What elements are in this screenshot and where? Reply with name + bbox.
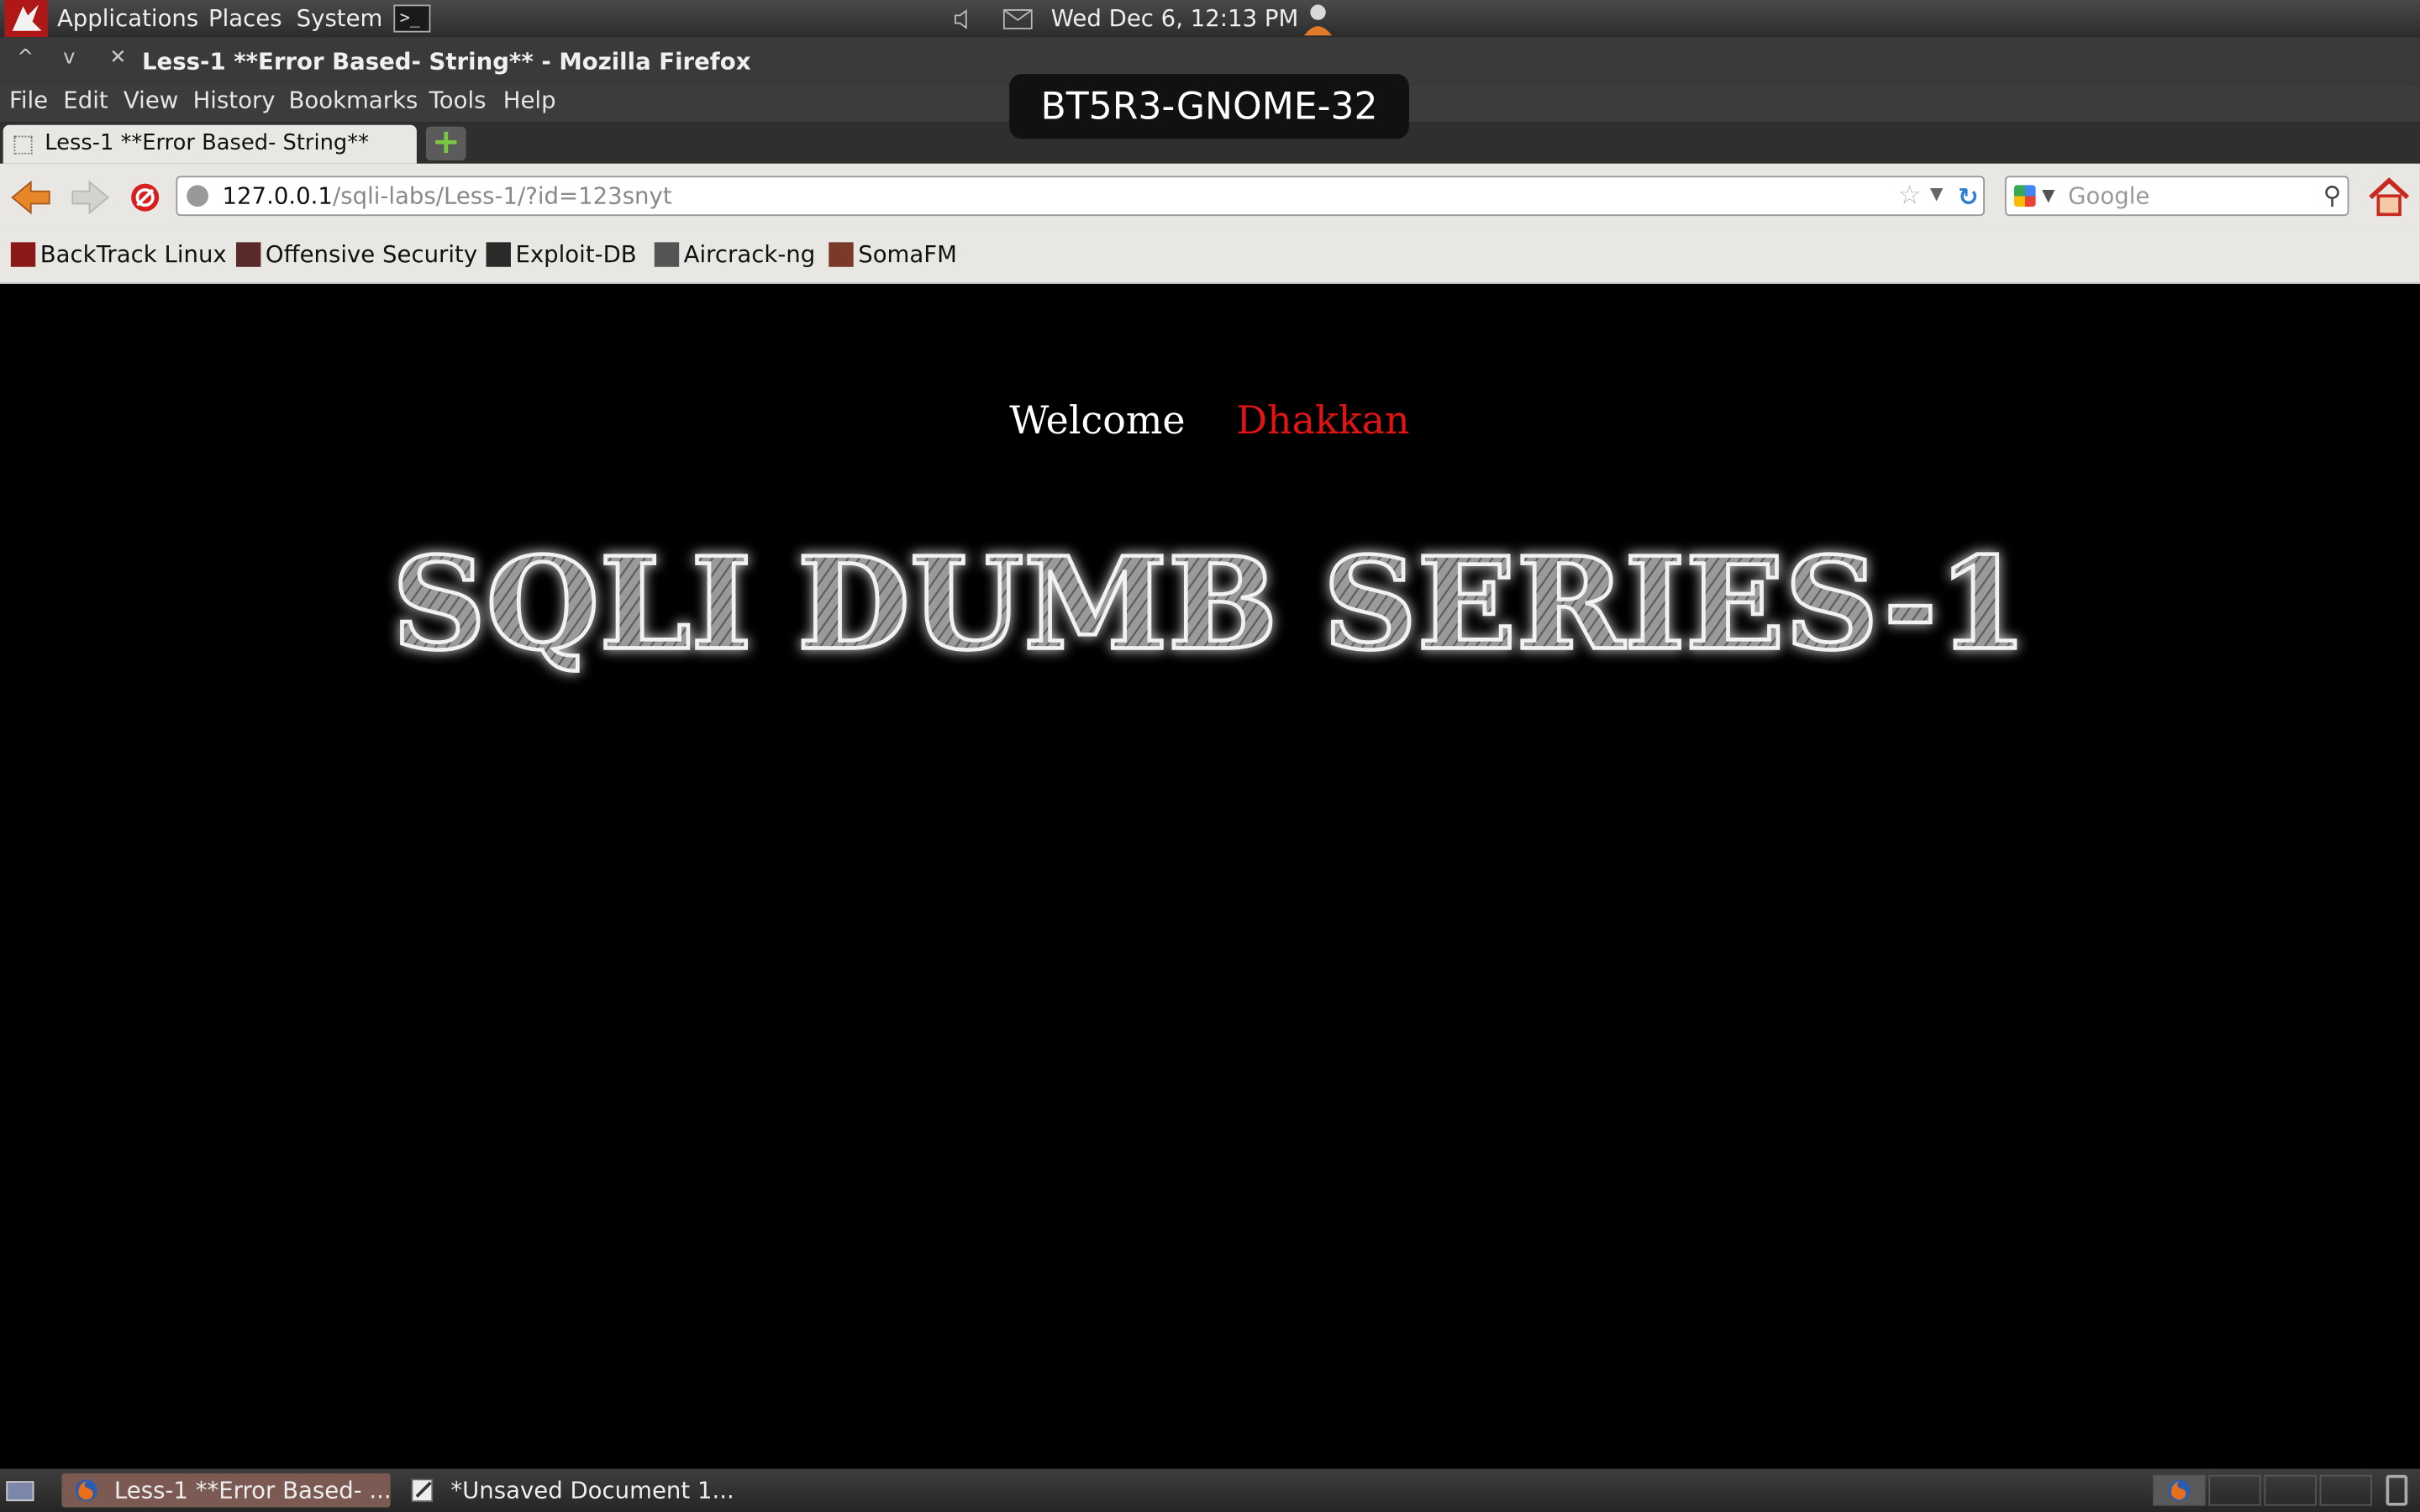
bookmark-label: Aircrack-ng [683,240,816,269]
taskbar-gedit-window[interactable]: *Unsaved Document 1... [398,1473,734,1507]
google-engine-icon[interactable] [2013,185,2036,207]
navigation-toolbar: 127.0.0.1/sqli-labs/Less-1/?id=123snyt ☆… [0,163,2420,232]
forward-arrow-icon[interactable] [71,179,111,216]
bookmark-label: BackTrack Linux [39,240,227,269]
firefox-icon [75,1479,97,1502]
url-host: 127.0.0.1 [222,181,333,210]
welcome-text: Welcome [1009,397,1186,444]
hostname-overlay: BT5R3-GNOME-32 [1009,74,1409,139]
bookmark-aircrack-ng[interactable]: Aircrack-ng [654,240,816,269]
sqli-banner-image: SQLI DUMB SERIES-1 [390,528,2029,680]
workspace-4[interactable] [2319,1474,2373,1506]
bottom-panel: Less-1 **Error Based- ... *Unsaved Docum… [0,1468,2420,1512]
volume-icon[interactable] [954,9,972,29]
bookmark-star-icon[interactable]: ☆ [1898,181,1922,212]
terminal-launcher-icon[interactable]: >_ [393,4,431,33]
bookmark-backtrack-linux[interactable]: BackTrack Linux [10,240,227,269]
page-favicon-icon [13,135,33,155]
mail-icon[interactable] [1002,9,1033,29]
search-icon[interactable]: ⚲ [2323,181,2342,210]
top-panel: Applications Places System >_ Wed Dec 6,… [0,0,2420,38]
aircrack-icon [654,242,680,267]
window-title: Less-1 **Error Based- String** - Mozilla… [141,47,751,76]
url-bar[interactable]: 127.0.0.1/sqli-labs/Less-1/?id=123snyt ☆… [176,176,1985,217]
url-path: /sqli-labs/Less-1/?id=123snyt [332,181,672,210]
taskbar-firefox-window[interactable]: Less-1 **Error Based- ... [61,1473,392,1508]
banner-text: SQLI DUMB SERIES-1 [392,529,2028,678]
somafm-icon [829,242,854,267]
new-tab-plus-icon[interactable]: + [425,126,466,161]
menu-file[interactable]: File [9,87,48,114]
reload-icon[interactable]: ↻ [1958,182,1979,212]
back-arrow-icon[interactable] [9,179,52,216]
taskbar-label: Less-1 **Error Based- ... [113,1476,392,1504]
tab-label: Less-1 **Error Based- String** [45,131,369,156]
search-bar[interactable]: ▼ Google ⚲ [2004,176,2349,217]
offensive-security-icon [236,242,261,267]
page-content: Welcome Dhakkan SQLI DUMB SERIES-1 [0,283,2420,1469]
menu-edit[interactable]: Edit [63,87,108,114]
chevron-down-icon[interactable]: v [63,46,75,70]
clock[interactable]: Wed Dec 6, 12:13 PM [1051,5,1298,33]
backtrack-dragon-icon[interactable] [4,0,48,38]
backtrack-icon [10,242,36,267]
firefox-workspace-icon [2168,1479,2191,1502]
url-history-dropdown-icon[interactable]: ▼ [1930,184,1944,204]
bookmark-label: Offensive Security [265,240,478,269]
bookmark-somafm[interactable]: SomaFM [829,241,957,269]
workspace-3[interactable] [2264,1474,2317,1506]
user-name-text: Dhakkan [1236,397,1410,444]
taskbar-label: *Unsaved Document 1... [450,1476,734,1504]
workspace-1[interactable] [2153,1474,2206,1506]
show-desktop-icon[interactable] [6,1481,34,1502]
search-engine-dropdown-icon[interactable]: ▼ [2042,185,2055,205]
bookmark-offensive-security[interactable]: Offensive Security [236,241,477,269]
bookmarks-toolbar: BackTrack Linux Offensive Security Explo… [0,231,2420,284]
close-icon[interactable]: ✕ [109,46,126,70]
trash-icon[interactable] [2386,1474,2408,1506]
menu-tools[interactable]: Tools [429,87,487,114]
menu-view[interactable]: View [124,87,178,114]
bookmark-label: Exploit-DB [515,240,637,269]
stop-icon[interactable] [129,182,160,213]
chevron-up-icon[interactable]: ^ [17,46,34,70]
menu-help[interactable]: Help [503,87,556,114]
tab-less-1[interactable]: Less-1 **Error Based- String** [3,124,417,164]
bookmark-exploit-db[interactable]: Exploit-DB [486,240,637,269]
menu-history[interactable]: History [193,87,276,114]
exploit-db-icon [486,242,511,267]
site-identity-icon[interactable] [187,185,208,207]
system-menu[interactable]: System [297,5,383,33]
home-icon[interactable] [2367,177,2410,218]
bookmark-label: SomaFM [858,240,957,269]
workspace-2[interactable] [2208,1474,2261,1506]
menu-bookmarks[interactable]: Bookmarks [288,87,418,114]
user-icon[interactable] [1300,2,1337,37]
places-menu[interactable]: Places [208,5,282,33]
search-input[interactable]: Google [2068,182,2149,210]
applications-menu[interactable]: Applications [57,5,198,33]
text-editor-icon [411,1478,434,1503]
